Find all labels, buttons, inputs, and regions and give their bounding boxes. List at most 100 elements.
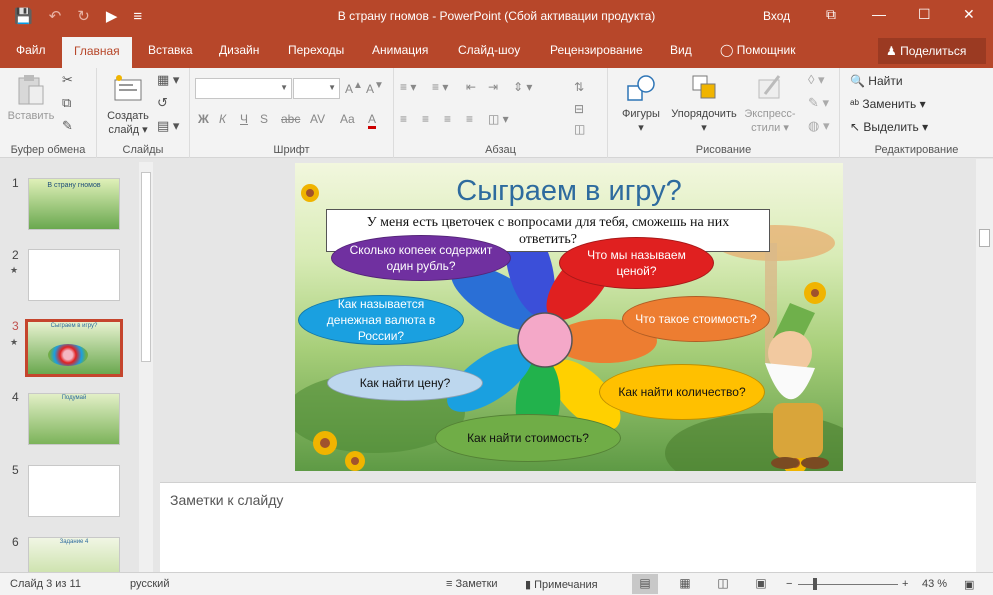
columns-icon[interactable]: ◫ ▾ [488, 112, 509, 126]
reading-view-button[interactable]: ◫ [710, 574, 736, 594]
align-left-icon[interactable]: ≡ [400, 112, 407, 126]
align-text-icon[interactable]: ⊟ [574, 102, 584, 116]
bullets-icon[interactable]: ≡ ▾ [400, 80, 416, 94]
zoom-level[interactable]: 43 % [922, 578, 947, 590]
shrink-font-icon[interactable]: A▼ [366, 80, 384, 96]
tab-transitions[interactable]: Переходы [288, 43, 344, 57]
format-painter-icon[interactable]: ✎ [62, 118, 73, 134]
slide-title[interactable]: Сыграем в игру? [295, 175, 843, 208]
slide-thumbnail-6[interactable]: Задание 4 [28, 537, 120, 573]
copy-icon[interactable]: ⧉ [62, 95, 71, 111]
tab-file[interactable]: Файл [16, 43, 46, 57]
question-bubble-cost[interactable]: Что такое стоимость? [622, 296, 770, 342]
shape-outline-icon[interactable]: ✎ ▾ [808, 95, 829, 111]
fit-to-window-icon[interactable]: ▣ [964, 578, 974, 591]
slide-number: 6 [12, 535, 19, 549]
tab-animation[interactable]: Анимация [372, 43, 428, 57]
arrange-button[interactable]: Упорядочить ▾ [666, 72, 742, 135]
bold-button[interactable]: Ж [198, 112, 209, 126]
new-slide-button[interactable]: Создать слайд ▾ [103, 74, 153, 137]
shape-effects-icon[interactable]: ◍ ▾ [808, 118, 829, 134]
shadow-button[interactable]: S [260, 112, 268, 126]
tab-home[interactable]: Главная [62, 37, 132, 68]
current-slide[interactable]: Сыграем в игру? У меня есть цветочек с в… [295, 163, 843, 471]
smartart-icon[interactable]: ◫ [574, 122, 585, 136]
close-button[interactable]: ✕ [963, 6, 975, 23]
ribbon-display-options-icon[interactable]: ⧉ [826, 6, 836, 23]
normal-view-button[interactable]: ▤ [632, 574, 658, 594]
slide-sorter-view-button[interactable]: ▦ [672, 574, 698, 594]
change-case-button[interactable]: Aa [340, 112, 355, 126]
tab-design[interactable]: Дизайн [219, 43, 259, 57]
thumbnails-scrollbar[interactable] [139, 162, 153, 572]
tab-insert[interactable]: Вставка [148, 43, 193, 57]
font-size-combo[interactable]: ▼ [293, 78, 340, 99]
slide-thumbnail-3[interactable]: Сыграем в игру? [25, 319, 123, 377]
line-spacing-icon[interactable]: ⇕ ▾ [513, 80, 532, 94]
font-name-combo[interactable]: ▼ [195, 78, 292, 99]
question-bubble-find-price[interactable]: Как найти цену? [327, 365, 483, 401]
zoom-out-button[interactable]: − [786, 578, 792, 590]
italic-button[interactable]: К [219, 112, 226, 126]
paste-button[interactable]: Вставить [6, 74, 56, 123]
slide-thumbnail-2[interactable] [28, 249, 120, 301]
comments-toggle[interactable]: ▮ Примечания [525, 578, 598, 591]
notes-pane[interactable]: Заметки к слайду [160, 482, 976, 573]
replace-icon: ᵃᵇ [850, 97, 859, 111]
notes-toggle[interactable]: ≡ Заметки [446, 578, 498, 590]
select-button[interactable]: ↖ Выделить ▾ [850, 120, 928, 134]
replace-button[interactable]: ᵃᵇ Заменить ▾ [850, 97, 926, 111]
font-color-button[interactable]: A [368, 112, 377, 129]
thumbnail-title: Подумай [61, 395, 87, 401]
justify-icon[interactable]: ≡ [466, 112, 473, 126]
slide-scrollbar[interactable] [976, 159, 993, 573]
cut-icon[interactable]: ✂ [62, 72, 73, 88]
tab-tell-me[interactable]: ◯ Помощник [720, 43, 795, 57]
scrollbar-thumb[interactable] [979, 229, 990, 247]
question-bubble-find-cost[interactable]: Как найти стоимость? [435, 414, 621, 462]
shapes-button[interactable]: Фигуры ▾ [613, 72, 669, 135]
slideshow-view-button[interactable]: ▣ [748, 574, 774, 594]
section-icon[interactable]: ▤ ▾ [157, 118, 179, 134]
slide-thumbnail-1[interactable]: В страну гномов [28, 178, 120, 230]
question-bubble-currency[interactable]: Как называется денежная валюта в России? [298, 295, 464, 345]
align-right-icon[interactable]: ≡ [444, 112, 451, 126]
zoom-in-button[interactable]: + [902, 578, 908, 590]
thumbnail-title: В страну гномов [47, 182, 101, 189]
share-button[interactable]: ♟ Поделиться [878, 38, 986, 64]
slides-group-label: Слайды [122, 144, 164, 156]
minimize-button[interactable]: — [872, 6, 886, 22]
tab-slideshow[interactable]: Слайд-шоу [458, 43, 520, 57]
decrease-indent-icon[interactable]: ⇤ [466, 80, 476, 94]
slide-thumbnail-5[interactable] [28, 465, 120, 517]
comment-icon: ▮ [525, 579, 532, 591]
title-bar: 💾 ↶ ↻ ▶ ≡ В страну гномов - PowerPoint (… [0, 0, 993, 34]
tab-review[interactable]: Рецензирование [550, 43, 643, 57]
layout-icon[interactable]: ▦ ▾ [157, 72, 179, 88]
align-center-icon[interactable]: ≡ [422, 112, 429, 126]
text-direction-icon[interactable]: ⇅ [574, 80, 584, 94]
numbering-icon[interactable]: ≡ ▾ [432, 80, 448, 94]
quick-styles-button[interactable]: Экспресс-стили ▾ [740, 72, 800, 135]
grow-font-icon[interactable]: A▲ [345, 80, 363, 96]
reset-icon[interactable]: ↺ [157, 95, 168, 111]
maximize-button[interactable]: ☐ [918, 6, 931, 23]
slide-thumbnail-4[interactable]: Подумай [28, 393, 120, 445]
sign-in-link[interactable]: Вход [763, 9, 790, 23]
question-bubble-price[interactable]: Что мы называем ценой? [559, 237, 714, 289]
chevron-down-icon: ▼ [328, 83, 336, 92]
underline-button[interactable]: Ч [240, 112, 248, 126]
language-indicator[interactable]: русский [130, 578, 169, 590]
strikethrough-button[interactable]: abc [281, 112, 300, 126]
find-button[interactable]: 🔍 Найти [850, 74, 903, 88]
char-spacing-button[interactable]: AV [310, 112, 325, 126]
question-bubble-find-quantity[interactable]: Как найти количество? [599, 364, 765, 420]
tab-view[interactable]: Вид [670, 43, 692, 57]
scrollbar-thumb[interactable] [141, 172, 151, 362]
increase-indent-icon[interactable]: ⇥ [488, 80, 498, 94]
chevron-down-icon: ▼ [280, 83, 288, 92]
shape-fill-icon[interactable]: ◊ ▾ [808, 72, 825, 88]
notes-icon: ≡ [446, 578, 453, 590]
question-bubble-kopeck[interactable]: Сколько копеек содержит один рубль? [331, 235, 511, 281]
zoom-slider-thumb[interactable] [813, 578, 817, 590]
